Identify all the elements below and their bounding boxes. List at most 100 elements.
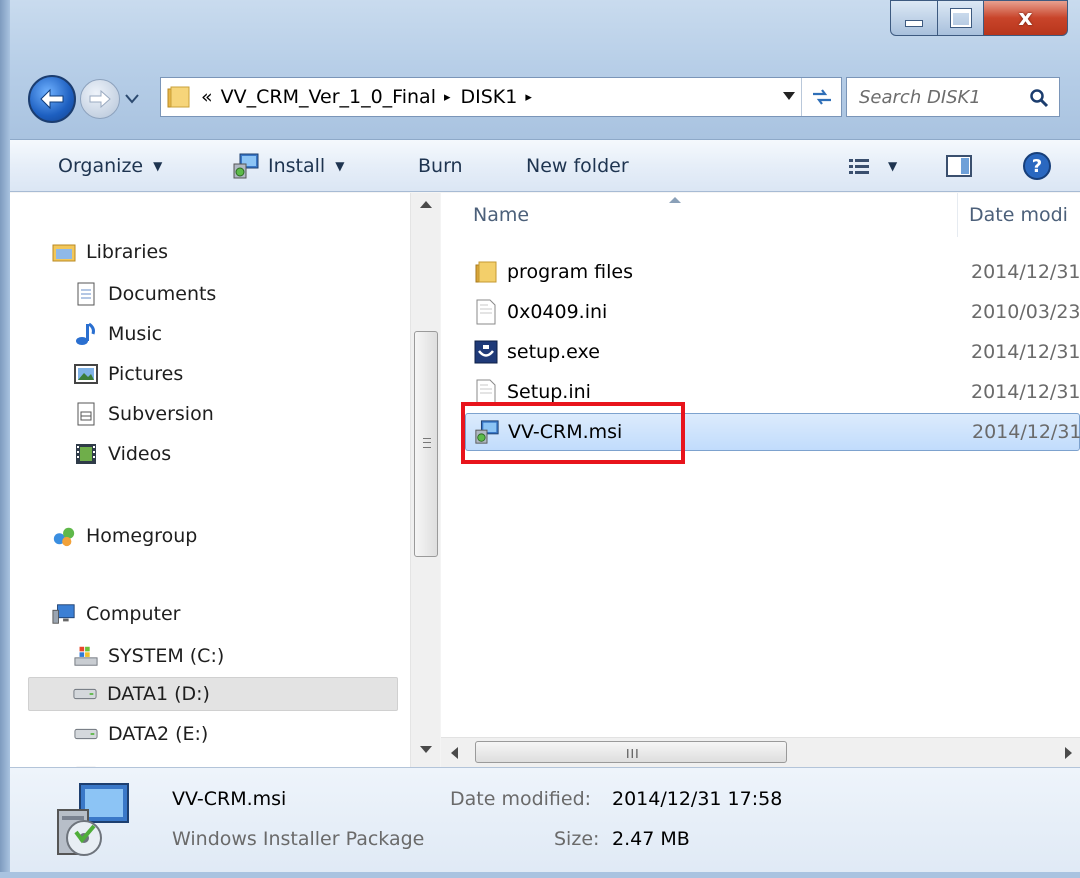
window-border bbox=[0, 0, 10, 878]
minimize-button[interactable] bbox=[890, 0, 938, 36]
nav-item-system-c[interactable]: SYSTEM (C:) bbox=[74, 639, 224, 673]
nav-item-computer[interactable]: Computer bbox=[52, 597, 180, 631]
address-dropdown-icon[interactable] bbox=[783, 92, 795, 100]
help-icon: ? bbox=[1023, 152, 1051, 180]
breadcrumb-overflow[interactable]: « bbox=[201, 86, 213, 108]
navigation-vertical-scrollbar[interactable] bbox=[410, 193, 440, 767]
scroll-down-icon[interactable] bbox=[420, 746, 432, 753]
nav-item-label: DATA1 (D:) bbox=[107, 683, 210, 705]
close-button[interactable]: x bbox=[984, 0, 1068, 36]
file-name: Setup.ini bbox=[507, 381, 591, 403]
window-controls: x bbox=[890, 0, 1068, 40]
nav-item-libraries[interactable]: Libraries bbox=[52, 235, 168, 269]
nav-item-label: Documents bbox=[108, 283, 217, 305]
organize-label: Organize bbox=[58, 155, 144, 177]
address-bar[interactable]: « VV_CRM_Ver_1_0_Final ▸ DISK1 ▸ bbox=[160, 77, 842, 117]
details-modified-label: Date modified: bbox=[450, 788, 592, 810]
preview-pane-button[interactable] bbox=[946, 140, 972, 192]
details-pane: VV-CRM.msi Windows Installer Package Dat… bbox=[10, 767, 1080, 878]
installer-icon bbox=[233, 153, 259, 179]
column-header-date-modified[interactable]: Date modi bbox=[969, 193, 1068, 237]
documents-icon bbox=[74, 282, 98, 306]
grip-icon bbox=[423, 438, 431, 448]
file-row[interactable]: 0x0409.ini 2010/03/23 bbox=[465, 293, 1080, 331]
chevron-down-icon bbox=[125, 94, 139, 104]
maximize-button[interactable] bbox=[938, 0, 984, 36]
search-input[interactable] bbox=[859, 86, 1019, 108]
file-date: 2014/12/31 bbox=[971, 261, 1080, 283]
nav-item-documents[interactable]: Documents bbox=[74, 277, 216, 311]
file-name: VV-CRM.msi bbox=[508, 421, 623, 443]
file-name: 0x0409.ini bbox=[507, 301, 608, 323]
nav-item-label: Libraries bbox=[86, 241, 169, 263]
column-header-name[interactable]: Name bbox=[473, 193, 529, 237]
sort-ascending-icon bbox=[669, 197, 681, 203]
nav-item-network-drive-partial[interactable] bbox=[74, 755, 108, 767]
nav-item-videos[interactable]: Videos bbox=[74, 437, 171, 471]
file-row[interactable]: setup.exe 2014/12/31 bbox=[465, 333, 1080, 371]
nav-item-label: Subversion bbox=[108, 403, 214, 425]
install-label: Install bbox=[268, 155, 326, 177]
file-row[interactable]: program files 2014/12/31 bbox=[465, 253, 1080, 291]
column-divider[interactable] bbox=[957, 193, 958, 237]
change-view-button[interactable]: ▼ bbox=[848, 140, 897, 192]
breadcrumb-label: DISK1 bbox=[460, 86, 518, 108]
breadcrumb-label: VV_CRM_Ver_1_0_Final bbox=[220, 86, 436, 108]
back-button[interactable] bbox=[28, 75, 76, 123]
file-list-horizontal-scrollbar[interactable]: III bbox=[441, 737, 1080, 767]
homegroup-icon bbox=[52, 524, 76, 548]
new-folder-button[interactable]: New folder bbox=[526, 140, 629, 192]
breadcrumb-item[interactable]: VV_CRM_Ver_1_0_Final ▸ bbox=[221, 86, 461, 108]
nav-item-data2-e[interactable]: DATA2 (E:) bbox=[74, 717, 208, 751]
preview-pane-icon bbox=[946, 155, 972, 177]
pictures-icon bbox=[74, 362, 98, 386]
svg-text:?: ? bbox=[1032, 156, 1042, 177]
scroll-up-icon[interactable] bbox=[420, 201, 432, 208]
nav-item-label: Computer bbox=[86, 603, 181, 625]
msi-installer-icon bbox=[474, 419, 500, 445]
search-box[interactable] bbox=[846, 77, 1060, 117]
folder-icon bbox=[167, 86, 190, 108]
grip-icon: III bbox=[626, 747, 640, 761]
nav-item-label: Videos bbox=[108, 443, 172, 465]
drive-icon bbox=[73, 682, 97, 706]
chevron-down-icon: ▼ bbox=[153, 159, 163, 173]
forward-button[interactable] bbox=[80, 79, 120, 119]
scroll-right-icon[interactable] bbox=[1065, 747, 1072, 759]
file-name: program files bbox=[507, 261, 633, 283]
scrollbar-thumb[interactable]: III bbox=[475, 741, 787, 763]
scrollbar-thumb[interactable] bbox=[414, 331, 438, 557]
file-row[interactable]: Setup.ini 2014/12/31 bbox=[465, 373, 1080, 411]
help-button[interactable]: ? bbox=[1022, 140, 1052, 192]
command-bar: Organize ▼ Install ▼ Burn New folder ▼ ? bbox=[10, 140, 1080, 192]
refresh-icon bbox=[812, 89, 831, 105]
nav-item-label: DATA2 (E:) bbox=[108, 723, 209, 745]
breadcrumb-separator-icon[interactable]: ▸ bbox=[444, 90, 451, 105]
overflow-chevrons-icon: « bbox=[201, 86, 213, 108]
breadcrumb-separator-icon[interactable]: ▸ bbox=[525, 90, 532, 105]
nav-item-pictures[interactable]: Pictures bbox=[74, 357, 183, 391]
setup-exe-icon bbox=[473, 339, 499, 365]
column-header-label: Date modi bbox=[969, 204, 1068, 226]
burn-button[interactable]: Burn bbox=[418, 140, 463, 192]
nav-item-music[interactable]: Music bbox=[74, 317, 162, 351]
nav-item-label: Pictures bbox=[108, 363, 184, 385]
nav-item-homegroup[interactable]: Homegroup bbox=[52, 519, 197, 553]
window-bottom-border bbox=[0, 872, 1080, 878]
breadcrumb-item[interactable]: DISK1 ▸ bbox=[461, 86, 542, 108]
install-button[interactable]: Install ▼ bbox=[232, 140, 344, 192]
details-file-name: VV-CRM.msi bbox=[172, 788, 287, 810]
computer-icon bbox=[52, 602, 76, 626]
back-arrow-icon bbox=[40, 88, 64, 110]
forward-arrow-icon bbox=[89, 90, 111, 108]
organize-button[interactable]: Organize ▼ bbox=[58, 140, 162, 192]
file-row-selected[interactable]: VV-CRM.msi 2014/12/31 bbox=[465, 413, 1080, 451]
file-date: 2014/12/31 bbox=[971, 381, 1080, 403]
scroll-left-icon[interactable] bbox=[451, 747, 458, 759]
recent-pages-dropdown[interactable] bbox=[124, 92, 140, 106]
search-icon[interactable] bbox=[1029, 88, 1049, 108]
nav-item-data1-d[interactable]: DATA1 (D:) bbox=[28, 677, 398, 711]
nav-item-label: Homegroup bbox=[86, 525, 198, 547]
refresh-button[interactable] bbox=[801, 78, 841, 116]
nav-item-subversion[interactable]: Subversion bbox=[74, 397, 214, 431]
